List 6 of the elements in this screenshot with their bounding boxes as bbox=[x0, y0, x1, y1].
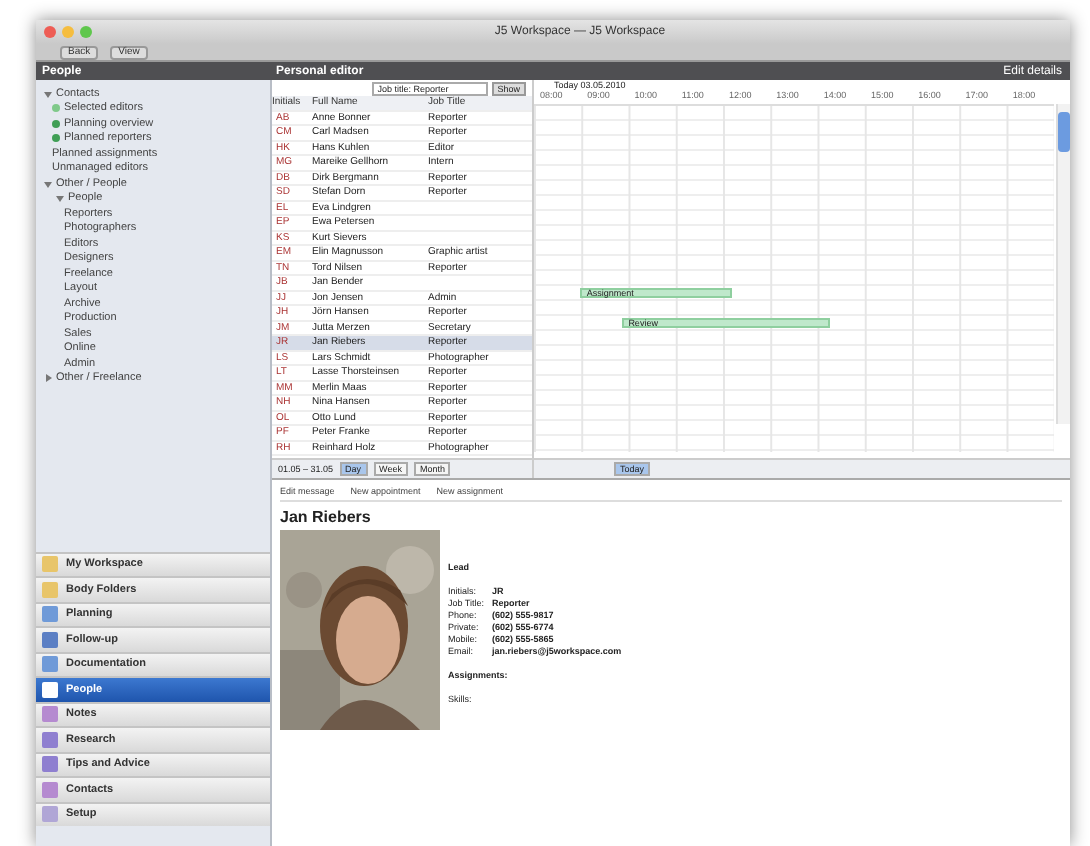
disclosure-icon[interactable] bbox=[44, 374, 52, 383]
disclosure-icon[interactable] bbox=[44, 179, 52, 188]
disclosure-icon[interactable] bbox=[44, 89, 52, 98]
disclosure-icon[interactable] bbox=[56, 194, 64, 203]
scrollbar[interactable] bbox=[1056, 104, 1070, 424]
person-name: Jan Riebers bbox=[280, 508, 373, 526]
